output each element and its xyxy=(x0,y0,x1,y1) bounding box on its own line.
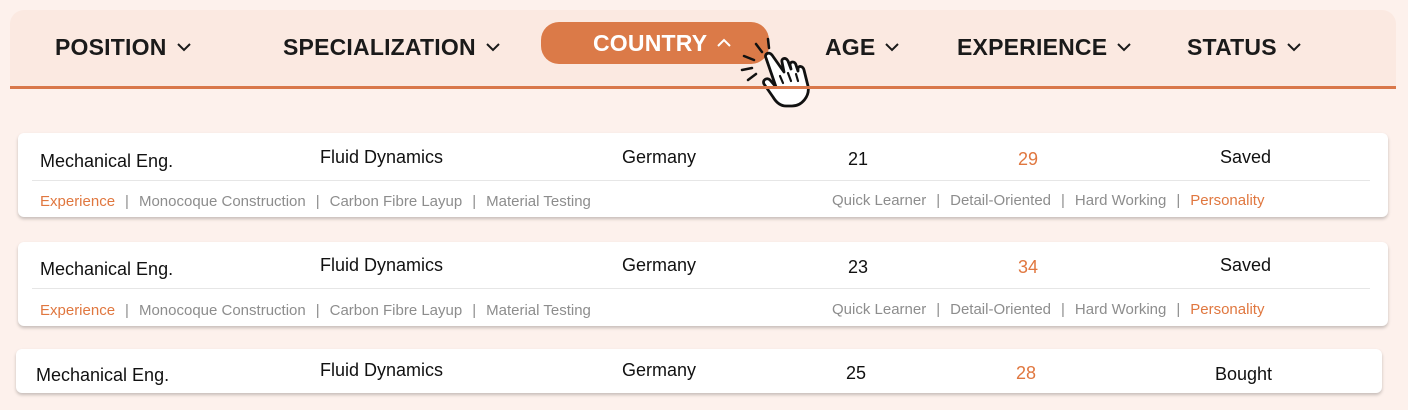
separator: | xyxy=(936,192,941,209)
trait-tag: Detail-Oriented xyxy=(950,192,1052,209)
specialization-cell: Fluid Dynamics xyxy=(320,255,444,275)
skill-tag: Monocoque Construction xyxy=(138,193,306,210)
age-cell: 23 xyxy=(848,257,869,277)
position-cell: Mechanical Eng. xyxy=(40,259,174,279)
filter-position[interactable]: POSITION xyxy=(55,30,193,64)
card-divider xyxy=(32,288,1370,289)
filter-bar-divider xyxy=(10,86,1396,89)
experience-cell: 34 xyxy=(1018,257,1039,277)
chevron-down-icon xyxy=(1285,38,1303,56)
separator: | xyxy=(1061,192,1065,209)
skills-label: Experience xyxy=(40,193,116,210)
skill-tag: Material Testing xyxy=(486,302,591,319)
status-cell: Saved xyxy=(1220,147,1272,167)
separator: | xyxy=(1176,301,1181,318)
card-divider xyxy=(32,180,1370,181)
status-cell: Bought xyxy=(1215,364,1273,384)
separator: | xyxy=(1176,192,1181,209)
separator: | xyxy=(936,301,941,318)
separator: | xyxy=(472,302,477,319)
trait-tag: Detail-Oriented xyxy=(950,301,1052,318)
candidate-card[interactable]: Mechanical Eng. Fluid Dynamics Germany 2… xyxy=(18,133,1388,217)
age-cell: 21 xyxy=(848,149,869,169)
position-cell: Mechanical Eng. xyxy=(36,365,170,385)
filter-age-label: AGE xyxy=(825,33,876,60)
skills-tagline: Experience | Monocoque Construction | Carbon… xyxy=(40,302,591,319)
skill-tag: Carbon Fibre Layup xyxy=(329,302,463,319)
filter-country[interactable]: COUNTRY xyxy=(541,22,769,64)
trait-tag: Hard Working xyxy=(1074,192,1167,209)
filter-experience[interactable]: EXPERIENCE xyxy=(957,30,1133,64)
experience-cell: 29 xyxy=(1018,149,1039,169)
separator: | xyxy=(1061,301,1065,318)
hand-pointer-click-icon xyxy=(736,36,824,108)
filter-position-label: POSITION xyxy=(55,33,167,60)
country-cell: Germany xyxy=(622,255,697,275)
filter-status[interactable]: STATUS xyxy=(1187,30,1303,64)
filter-bar: POSITION SPECIALIZATION COUNTRY AGE EXPE xyxy=(10,10,1396,108)
status-cell: Saved xyxy=(1220,255,1272,275)
candidate-card[interactable]: Mechanical Eng. Fluid Dynamics Germany 2… xyxy=(16,349,1382,393)
trait-tag: Quick Learner xyxy=(832,301,927,318)
separator: | xyxy=(315,302,320,319)
specialization-cell: Fluid Dynamics xyxy=(320,360,444,380)
chevron-down-icon xyxy=(1115,38,1133,56)
chevron-up-icon xyxy=(715,34,733,52)
traits-tagline: Quick Learner | Detail-Oriented | Hard Worki… xyxy=(832,192,1264,209)
skills-tagline: Experience | Monocoque Construction | Carbon… xyxy=(40,193,591,210)
chevron-down-icon xyxy=(883,38,901,56)
trait-tag: Quick Learner xyxy=(832,192,927,209)
candidate-card[interactable]: Mechanical Eng. Fluid Dynamics Germany 2… xyxy=(18,242,1388,326)
filter-specialization-label: SPECIALIZATION xyxy=(283,33,476,60)
separator: | xyxy=(315,193,320,210)
traits-label: Personality xyxy=(1190,192,1265,209)
chevron-down-icon xyxy=(175,38,193,56)
experience-cell: 28 xyxy=(1016,363,1037,383)
skill-tag: Carbon Fibre Layup xyxy=(329,193,463,210)
skill-tag: Material Testing xyxy=(486,193,591,210)
filter-specialization[interactable]: SPECIALIZATION xyxy=(283,30,502,64)
specialization-cell: Fluid Dynamics xyxy=(320,147,444,167)
separator: | xyxy=(125,302,129,319)
country-cell: Germany xyxy=(622,147,697,167)
separator: | xyxy=(472,193,477,210)
filter-age[interactable]: AGE xyxy=(825,30,901,64)
country-cell: Germany xyxy=(622,360,697,380)
age-cell: 25 xyxy=(846,363,867,383)
skill-tag: Monocoque Construction xyxy=(138,302,306,319)
traits-label: Personality xyxy=(1190,301,1265,318)
chevron-down-icon xyxy=(484,38,502,56)
skills-label: Experience xyxy=(40,302,116,319)
separator: | xyxy=(125,193,129,210)
filter-country-label: COUNTRY xyxy=(593,29,708,56)
filter-status-label: STATUS xyxy=(1187,33,1277,60)
trait-tag: Hard Working xyxy=(1074,301,1167,318)
position-cell: Mechanical Eng. xyxy=(40,151,174,171)
traits-tagline: Quick Learner | Detail-Oriented | Hard Worki… xyxy=(832,301,1264,318)
filter-experience-label: EXPERIENCE xyxy=(957,33,1108,60)
